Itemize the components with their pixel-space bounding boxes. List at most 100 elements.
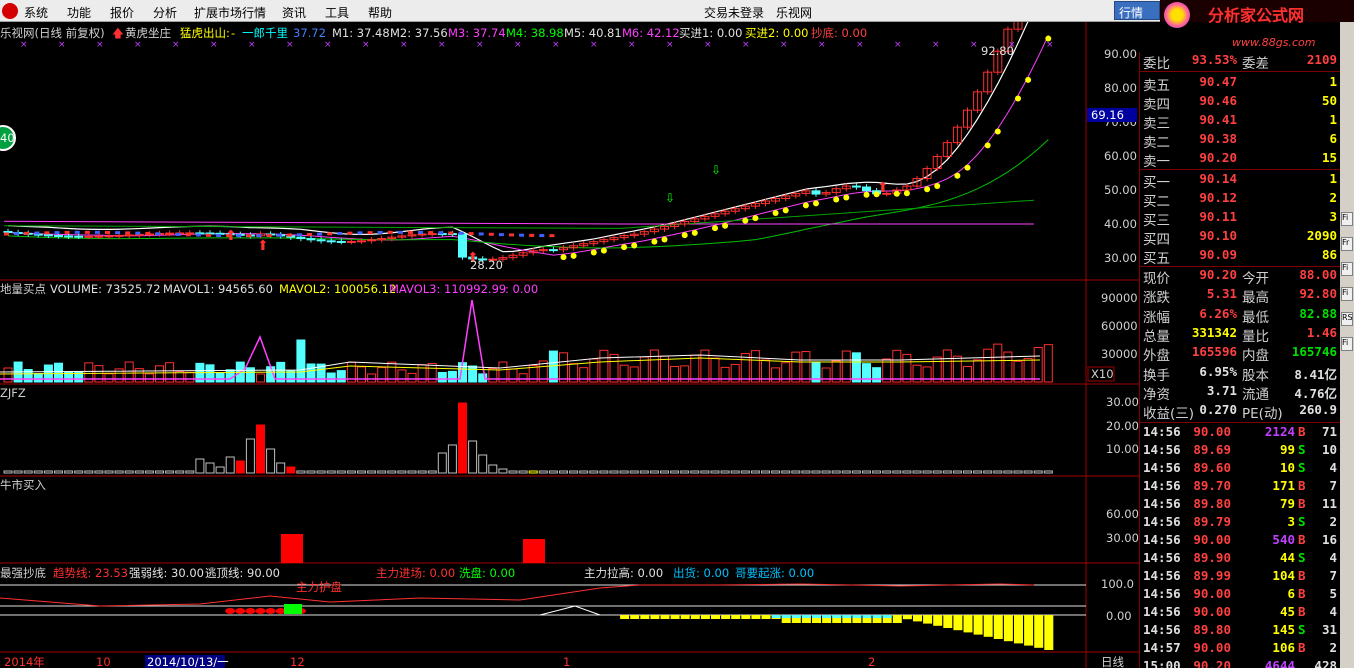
zjfz-bar xyxy=(831,470,841,474)
tick-side: S xyxy=(1298,550,1306,565)
tick-time: 14:56 xyxy=(1143,424,1181,439)
sell-price: 90.47 xyxy=(1199,74,1237,89)
tick-time: 14:56 xyxy=(1143,442,1181,457)
stat-label: 内盘 xyxy=(1242,348,1269,365)
yellow-bar xyxy=(660,615,670,619)
baseline-dot xyxy=(236,234,242,238)
zjfz-bar xyxy=(700,470,710,474)
stat-label: 换手 xyxy=(1143,367,1170,384)
tick-row[interactable]: 14:56 90.00 540 B 16 xyxy=(1140,532,1341,550)
buy-row[interactable]: 买二 90.12 2 xyxy=(1140,190,1341,210)
zjfz-bar xyxy=(144,470,154,474)
stat-value: 1.46 xyxy=(1306,324,1337,340)
menu-help[interactable]: 帮助 xyxy=(368,4,392,21)
toolbar-button[interactable]: Fi xyxy=(1341,287,1353,301)
candle xyxy=(862,186,871,192)
tick-price: 89.99 xyxy=(1193,568,1231,583)
period-label[interactable]: 日线 xyxy=(1101,655,1124,668)
yellow-bar xyxy=(933,615,943,626)
tick-row[interactable]: 15:00 90.20 4644 428 xyxy=(1140,658,1341,668)
buy-arrow-icon: ⬆ xyxy=(877,180,889,196)
side-badge-label: 40 xyxy=(0,131,15,145)
zjfz-bar xyxy=(54,470,63,474)
chart-area[interactable]: 乐视网(日线 前复权) 🡅 黄虎坐庄 猛虎出山: - 一郎千里 37.72 M1… xyxy=(0,22,1139,668)
x-mark: × xyxy=(172,40,180,50)
yellow-bar xyxy=(640,615,650,619)
tick-side: B xyxy=(1298,640,1306,655)
zjfz-bar xyxy=(346,470,356,474)
ma-line xyxy=(3,220,1034,225)
tiger-value: - xyxy=(231,26,235,40)
tick-row[interactable]: 14:56 90.00 6 B 5 xyxy=(1140,586,1341,604)
stat-label: 涨幅 xyxy=(1143,309,1170,326)
buy-row[interactable]: 买三 90.11 3 xyxy=(1140,209,1341,229)
toolbar-button[interactable]: Fi xyxy=(1341,262,1353,276)
yellow-bar xyxy=(1014,615,1023,644)
toolbar-button[interactable]: RS xyxy=(1341,312,1353,326)
tick-volume: 44 xyxy=(1279,550,1295,565)
trend-line-label: 趋势线: 23.53 xyxy=(53,566,128,580)
zjfz-bar xyxy=(1043,470,1053,474)
baseline-dot xyxy=(115,231,121,235)
tick-row[interactable]: 14:56 89.99 104 B 7 xyxy=(1140,568,1341,586)
quote-tab-button[interactable]: 行情 xyxy=(1114,1,1160,20)
yellow-bar xyxy=(650,615,660,619)
buy2-label: 买进2: 0.00 xyxy=(745,26,808,40)
volume-bar xyxy=(336,370,346,383)
tick-price: 90.00 xyxy=(1193,532,1231,547)
sell-price: 90.20 xyxy=(1199,150,1237,165)
tick-row[interactable]: 14:56 89.80 145 S 31 xyxy=(1140,622,1341,640)
tick-row[interactable]: 14:56 89.70 171 B 7 xyxy=(1140,478,1341,496)
sell-row[interactable]: 卖一 90.20 15 xyxy=(1140,150,1341,170)
tick-row[interactable]: 14:57 90.00 106 B 2 xyxy=(1140,640,1341,658)
tick-row[interactable]: 14:56 89.79 3 S 2 xyxy=(1140,514,1341,532)
toolbar-button[interactable]: Fi xyxy=(1341,212,1353,226)
toolbar-button[interactable]: Fr xyxy=(1341,237,1353,251)
baseline-dot xyxy=(195,233,201,237)
menu-extended-market[interactable]: 扩展市场行情 xyxy=(194,4,266,21)
stat-label: 股本 xyxy=(1242,367,1269,384)
volume-bar xyxy=(548,350,558,383)
menu-system[interactable]: 系统 xyxy=(24,4,48,21)
sell-row[interactable]: 卖三 90.41 1 xyxy=(1140,112,1341,132)
menu-tools[interactable]: 工具 xyxy=(325,4,349,21)
sell-row[interactable]: 卖二 90.38 6 xyxy=(1140,131,1341,151)
volume-bar xyxy=(508,368,518,383)
tick-row[interactable]: 14:56 89.60 10 S 4 xyxy=(1140,460,1341,478)
buy-row[interactable]: 买五 90.09 86 xyxy=(1140,247,1341,267)
zjfz-bar xyxy=(245,438,255,474)
zjfz-bar xyxy=(427,470,437,474)
sell-row[interactable]: 卖四 90.46 50 xyxy=(1140,93,1341,113)
tick-row[interactable]: 14:56 89.80 79 B 11 xyxy=(1140,496,1341,514)
signal-dot xyxy=(802,202,809,209)
tick-row[interactable]: 14:56 89.90 44 S 4 xyxy=(1140,550,1341,568)
tick-row[interactable]: 14:56 89.69 99 S 10 xyxy=(1140,442,1341,460)
low-price-label: 28.20 xyxy=(470,258,503,272)
sell-row[interactable]: 卖五 90.47 1 xyxy=(1140,74,1341,94)
baseline-dot xyxy=(24,231,30,235)
buy-row[interactable]: 买一 90.14 1 xyxy=(1140,171,1341,191)
zjfz-bar xyxy=(548,470,558,474)
stat-label: 涨跌 xyxy=(1143,290,1170,307)
candle xyxy=(417,233,427,236)
menu-analysis[interactable]: 分析 xyxy=(153,4,177,21)
volume-value: VOLUME: 73525.72 xyxy=(50,282,161,296)
login-status[interactable]: 交易未登录 xyxy=(704,4,764,21)
zjfz-bar xyxy=(639,470,649,474)
zjfz-bar xyxy=(306,470,316,474)
buy-level-label: 买一 xyxy=(1143,175,1170,191)
menu-news[interactable]: 资讯 xyxy=(282,4,306,21)
volume-bar xyxy=(488,367,498,383)
tick-row[interactable]: 14:56 90.00 45 B 4 xyxy=(1140,604,1341,622)
zjfz-bar xyxy=(134,470,144,474)
zjfz-bar xyxy=(1013,470,1023,474)
volume-bar xyxy=(983,348,993,383)
tick-row[interactable]: 14:56 90.00 2124 B 71 xyxy=(1140,424,1341,442)
toolbar-button[interactable]: Fi xyxy=(1341,337,1353,351)
buy-row[interactable]: 买四 90.10 2090 xyxy=(1140,228,1341,248)
menu-function[interactable]: 功能 xyxy=(67,4,91,21)
menu-quote[interactable]: 报价 xyxy=(110,4,134,21)
buy-level-label: 买五 xyxy=(1143,251,1170,267)
volume-bar xyxy=(256,373,265,383)
x-mark: × xyxy=(324,40,332,50)
